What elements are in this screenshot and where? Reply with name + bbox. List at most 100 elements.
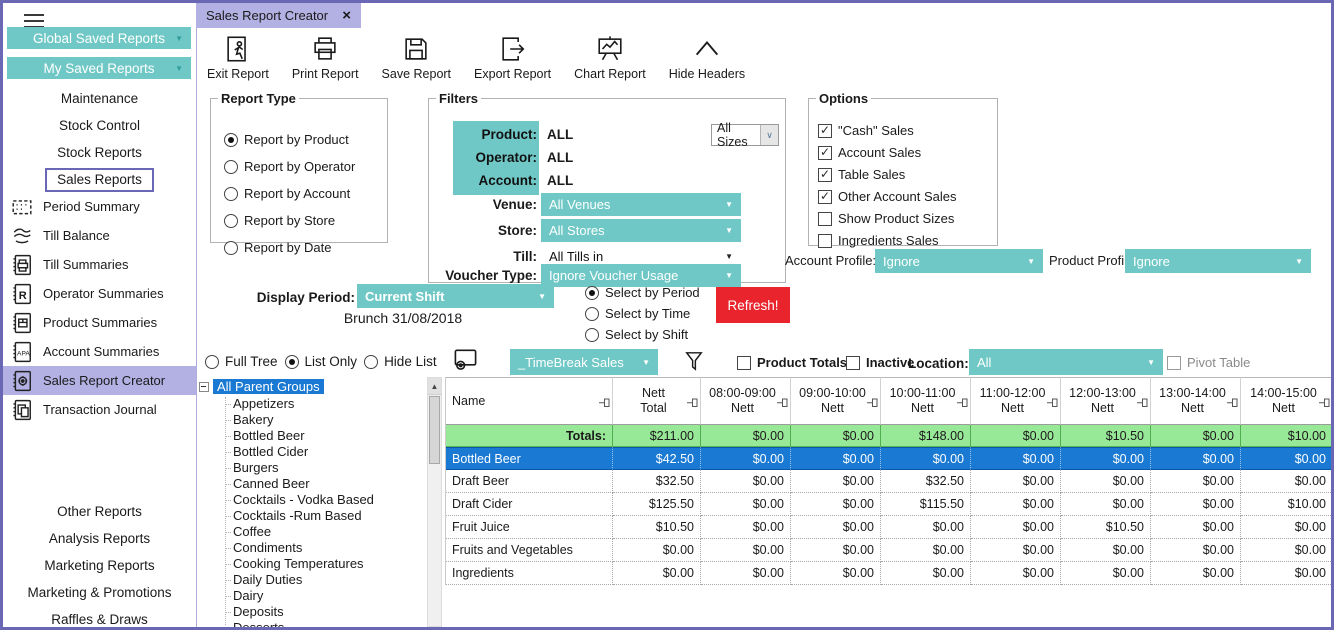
sidebar-link-marketing-reports[interactable]: Marketing Reports (44, 558, 154, 573)
tree-item-bakery[interactable]: Bakery (197, 412, 426, 428)
column-header-nett[interactable]: NettTotal (613, 377, 701, 425)
tree-root[interactable]: All Parent Groups (197, 377, 426, 396)
sidebar-link-other-reports[interactable]: Other Reports (57, 504, 142, 519)
refresh-button[interactable]: Refresh! (716, 287, 790, 323)
table-row-fruits-and-vegetables[interactable]: Fruits and Vegetables$0.00$0.00$0.00$0.0… (446, 539, 1333, 562)
report-layout-dropdown[interactable]: _TimeBreak Sales ▼ (510, 349, 658, 375)
inactive-checkbox[interactable]: Inactive (846, 355, 914, 370)
collapse-icon[interactable] (199, 382, 209, 392)
column-header-14-00-15-00[interactable]: 14:00-15:00Nett (1241, 377, 1333, 425)
tree-item-cocktails-vodka-based[interactable]: Cocktails - Vodka Based (197, 492, 426, 508)
sidebar-item-transaction-journal[interactable]: Transaction Journal (3, 395, 196, 424)
tree-item-condiments[interactable]: Condiments (197, 540, 426, 556)
pivot-table-checkbox[interactable]: Pivot Table (1167, 355, 1250, 370)
column-header-08-00-09-00[interactable]: 08:00-09:00Nett (701, 377, 791, 425)
tree-item-bottled-beer[interactable]: Bottled Beer (197, 428, 426, 444)
column-header-name[interactable]: Name (446, 377, 613, 425)
sizes-dropdown[interactable]: All Sizes ∨ (711, 124, 779, 146)
scroll-up-arrow[interactable]: ▲ (428, 378, 441, 395)
tree-item-coffee[interactable]: Coffee (197, 524, 426, 540)
hide-headers-button[interactable]: Hide Headers (664, 30, 750, 83)
sidebar-link-marketing-promotions[interactable]: Marketing & Promotions (27, 585, 171, 600)
tree-item-deposits[interactable]: Deposits (197, 604, 426, 620)
option-cash-sales[interactable]: "Cash" Sales (818, 123, 957, 138)
pin-icon[interactable] (957, 397, 968, 411)
column-header-11-00-12-00[interactable]: 11:00-12:00Nett (971, 377, 1061, 425)
sidebar-item-product-summaries[interactable]: Product Summaries (3, 308, 196, 337)
pin-icon[interactable] (867, 397, 878, 411)
sidebar-link-raffles-draws[interactable]: Raffles & Draws (51, 612, 148, 627)
pin-icon[interactable] (1227, 397, 1238, 411)
sidebar-item-period-summary[interactable]: Period Summary (3, 192, 196, 221)
print-report-button[interactable]: Print Report (287, 30, 364, 83)
report-type-report-by-product[interactable]: Report by Product (224, 132, 355, 147)
pin-icon[interactable] (599, 397, 610, 411)
table-row-bottled-beer[interactable]: Bottled Beer$42.50$0.00$0.00$0.00$0.00$0… (446, 447, 1333, 470)
list-view-full-tree[interactable]: Full Tree (205, 354, 278, 369)
sidebar-link-stock-reports[interactable]: Stock Reports (57, 145, 142, 160)
tree-item-desserts[interactable]: Desserts (197, 620, 426, 627)
venue-dropdown[interactable]: All Venues▼ (541, 193, 741, 216)
location-dropdown[interactable]: All ▼ (969, 349, 1163, 375)
sidebar-item-operator-summaries[interactable]: ROperator Summaries (3, 279, 196, 308)
account-profile-dropdown[interactable]: Ignore ▼ (875, 249, 1043, 273)
save-report-button[interactable]: Save Report (377, 30, 456, 83)
sidebar-item-account-summaries[interactable]: APAAccount Summaries (3, 337, 196, 366)
list-view-list-only[interactable]: List Only (285, 354, 358, 369)
option-table-sales[interactable]: Table Sales (818, 167, 957, 182)
pin-icon[interactable] (687, 397, 698, 411)
voucher-type-dropdown[interactable]: Ignore Voucher Usage▼ (541, 264, 741, 287)
report-type-report-by-account[interactable]: Report by Account (224, 186, 355, 201)
report-type-report-by-date[interactable]: Report by Date (224, 240, 355, 255)
my-saved-reports-dropdown[interactable]: My Saved Reports▼ (7, 57, 191, 79)
pin-icon[interactable] (1319, 397, 1330, 411)
select-mode-select-by-shift[interactable]: Select by Shift (585, 327, 700, 342)
select-mode-select-by-time[interactable]: Select by Time (585, 306, 700, 321)
list-view-hide-list[interactable]: Hide List (364, 354, 437, 369)
pin-icon[interactable] (777, 397, 788, 411)
column-header-09-00-10-00[interactable]: 09:00-10:00Nett (791, 377, 881, 425)
tree-item-cooking-temperatures[interactable]: Cooking Temperatures (197, 556, 426, 572)
table-row-draft-cider[interactable]: Draft Cider$125.50$0.00$0.00$115.50$0.00… (446, 493, 1333, 516)
sidebar-link-analysis-reports[interactable]: Analysis Reports (49, 531, 150, 546)
report-type-report-by-store[interactable]: Report by Store (224, 213, 355, 228)
option-ingredients-sales[interactable]: Ingredients Sales (818, 233, 957, 248)
sidebar-link-sales-reports[interactable]: Sales Reports (45, 168, 154, 192)
export-report-button[interactable]: Export Report (469, 30, 556, 83)
option-account-sales[interactable]: Account Sales (818, 145, 957, 160)
tree-item-bottled-cider[interactable]: Bottled Cider (197, 444, 426, 460)
column-header-13-00-14-00[interactable]: 13:00-14:00Nett (1151, 377, 1241, 425)
sidebar-link-maintenance[interactable]: Maintenance (61, 91, 138, 106)
tree-scrollbar[interactable]: ▲ (427, 377, 442, 627)
select-mode-select-by-period[interactable]: Select by Period (585, 285, 700, 300)
table-row-ingredients[interactable]: Ingredients$0.00$0.00$0.00$0.00$0.00$0.0… (446, 562, 1333, 585)
table-row-draft-beer[interactable]: Draft Beer$32.50$0.00$0.00$32.50$0.00$0.… (446, 470, 1333, 493)
tree-item-appetizers[interactable]: Appetizers (197, 396, 426, 412)
exit-report-button[interactable]: Exit Report (202, 30, 274, 83)
tree-item-dairy[interactable]: Dairy (197, 588, 426, 604)
sidebar-item-sales-report-creator[interactable]: Sales Report Creator (3, 366, 196, 395)
display-period-dropdown[interactable]: Current Shift ▼ (357, 284, 554, 308)
report-view-icon[interactable] (452, 347, 479, 372)
filter-icon[interactable] (684, 350, 704, 372)
tree-item-canned-beer[interactable]: Canned Beer (197, 476, 426, 492)
option-other-account-sales[interactable]: Other Account Sales (818, 189, 957, 204)
tree-item-burgers[interactable]: Burgers (197, 460, 426, 476)
tree-item-daily-duties[interactable]: Daily Duties (197, 572, 426, 588)
pin-icon[interactable] (1047, 397, 1058, 411)
product-profile-dropdown[interactable]: Ignore ▼ (1125, 249, 1311, 273)
option-show-product-sizes[interactable]: Show Product Sizes (818, 211, 957, 226)
scroll-thumb[interactable] (429, 396, 440, 464)
product-totals-checkbox[interactable]: Product Totals (737, 355, 847, 370)
report-type-report-by-operator[interactable]: Report by Operator (224, 159, 355, 174)
column-header-10-00-11-00[interactable]: 10:00-11:00Nett (881, 377, 971, 425)
chart-report-button[interactable]: Chart Report (569, 30, 651, 83)
table-row-fruit-juice[interactable]: Fruit Juice$10.50$0.00$0.00$0.00$0.00$10… (446, 516, 1333, 539)
close-icon[interactable]: × (342, 8, 351, 23)
global-saved-reports-dropdown[interactable]: Global Saved Reports▼ (7, 27, 191, 49)
tab-sales-report-creator[interactable]: Sales Report Creator × (196, 3, 361, 28)
sidebar-link-stock-control[interactable]: Stock Control (59, 118, 140, 133)
sidebar-item-till-summaries[interactable]: Till Summaries (3, 250, 196, 279)
tree-item-cocktails-rum-based[interactable]: Cocktails -Rum Based (197, 508, 426, 524)
sidebar-item-till-balance[interactable]: Till Balance (3, 221, 196, 250)
